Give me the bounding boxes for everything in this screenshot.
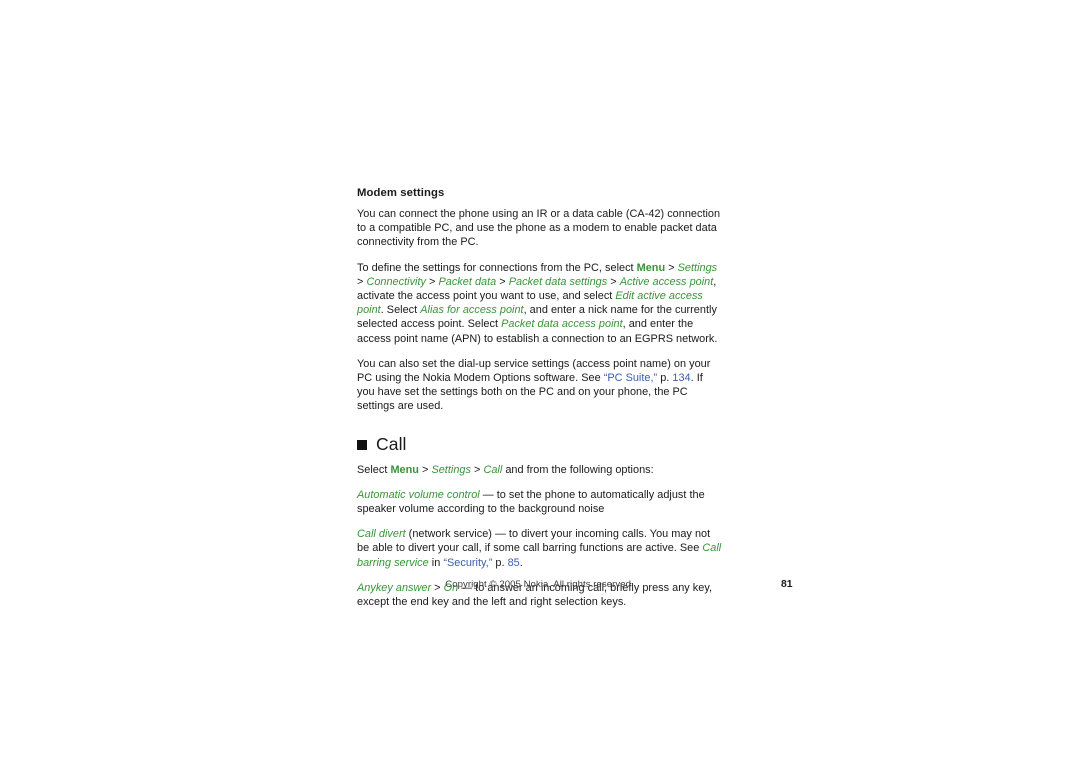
- paragraph-dialup-pc-suite: You can also set the dial-up service set…: [357, 357, 711, 413]
- paragraph-call-intro: Select Menu > Settings > Call and from t…: [357, 463, 654, 476]
- footer-copyright: Copyright © 2005 Nokia. All rights reser…: [445, 579, 634, 590]
- paragraph-modem-settings-steps: To define the settings for connections f…: [357, 261, 718, 345]
- chapter-heading-call: Call: [357, 434, 722, 454]
- option-automatic-volume-control: Automatic volume control — to set the ph…: [357, 488, 705, 516]
- option-call-divert: Call divert (network service) — to diver…: [357, 528, 722, 569]
- page-content: Modem settings You can connect the phone…: [357, 186, 722, 609]
- document-page: Modem settings You can connect the phone…: [0, 0, 1080, 763]
- chapter-title-text: Call: [376, 433, 407, 454]
- square-bullet-icon: [357, 439, 367, 450]
- footer-page-number: 81: [781, 579, 793, 590]
- paragraph-modem-intro: You can connect the phone using an IR or…: [357, 208, 721, 249]
- subheading-modem-settings: Modem settings: [357, 187, 445, 199]
- page-footer: Copyright © 2005 Nokia. All rights reser…: [357, 578, 797, 594]
